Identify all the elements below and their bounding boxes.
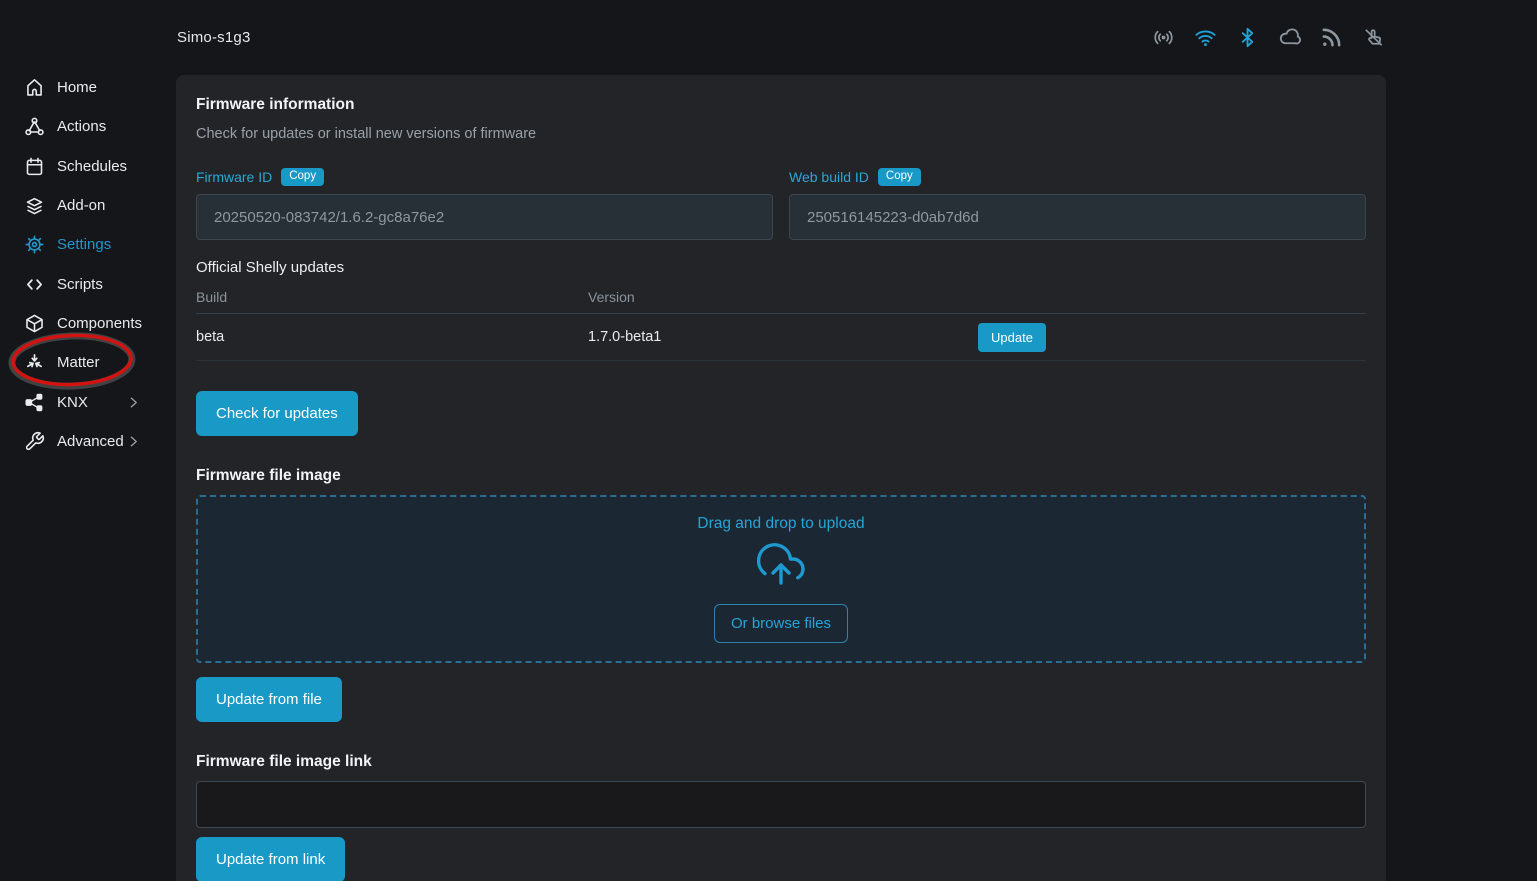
page-subtitle: Check for updates or install new version… (196, 126, 1366, 142)
update-beta-button[interactable]: Update (978, 323, 1046, 352)
firmware-id-label: Firmware ID (196, 169, 272, 185)
chevron-right-icon (127, 435, 140, 448)
layers-icon (24, 195, 45, 216)
column-build: Build (196, 289, 588, 305)
touch-disabled-icon (1362, 26, 1385, 49)
official-updates-title: Official Shelly updates (196, 259, 1366, 276)
copy-firmware-id-button[interactable]: Copy (281, 168, 324, 186)
firmware-settings-panel: Firmware information Check for updates o… (176, 75, 1386, 881)
browse-files-button[interactable]: Or browse files (714, 604, 848, 643)
rss-icon (1320, 26, 1343, 49)
table-row: beta 1.7.0-beta1 Update (196, 314, 1366, 361)
cloud-icon (1278, 26, 1301, 49)
sidebar-item-knx[interactable]: KNX (0, 382, 176, 421)
firmware-id-field: Firmware ID Copy (196, 167, 773, 240)
firmware-file-image-title: Firmware file image (196, 467, 1366, 485)
web-build-id-input[interactable] (789, 194, 1366, 240)
status-icon-strip (1152, 26, 1385, 49)
sidebar-item-label: Advanced (57, 433, 124, 450)
gear-icon (24, 234, 45, 255)
updates-table-header: Build Version (196, 288, 1366, 314)
cube-icon (24, 313, 45, 334)
wifi-icon (1194, 26, 1217, 49)
build-cell: beta (196, 329, 588, 345)
sidebar-item-label: Scripts (57, 276, 103, 293)
dropzone-text: Drag and drop to upload (697, 515, 864, 533)
firmware-link-title: Firmware file image link (196, 753, 1366, 771)
sidebar-item-label: Components (57, 315, 142, 332)
actions-icon (24, 116, 45, 137)
sidebar-item-settings[interactable]: Settings (0, 225, 176, 264)
sidebar-item-label: Home (57, 79, 97, 96)
version-cell: 1.7.0-beta1 (588, 329, 978, 345)
wrench-icon (24, 431, 45, 452)
sidebar-item-addon[interactable]: Add-on (0, 186, 176, 225)
check-for-updates-button[interactable]: Check for updates (196, 391, 358, 436)
update-from-file-button[interactable]: Update from file (196, 677, 342, 722)
sidebar-item-label: Add-on (57, 197, 105, 214)
id-fields-row: Firmware ID Copy Web build ID Copy (196, 167, 1366, 240)
chevron-right-icon (127, 396, 140, 409)
sidebar: Home Actions Schedules Add-on (0, 68, 176, 461)
web-build-id-field: Web build ID Copy (789, 167, 1366, 240)
sidebar-item-label: Settings (57, 236, 111, 253)
sidebar-item-schedules[interactable]: Schedules (0, 147, 176, 186)
file-dropzone[interactable]: Drag and drop to upload Or browse files (196, 495, 1366, 663)
calendar-icon (24, 156, 45, 177)
sidebar-item-advanced[interactable]: Advanced (0, 422, 176, 461)
code-icon (24, 274, 45, 295)
page-title: Firmware information (196, 96, 1366, 114)
bluetooth-icon (1236, 26, 1259, 49)
firmware-id-input[interactable] (196, 194, 773, 240)
updates-table: Build Version beta 1.7.0-beta1 Update (196, 288, 1366, 361)
matter-icon (24, 352, 45, 373)
web-build-id-label: Web build ID (789, 169, 869, 185)
device-name: Simo-s1g3 (177, 29, 251, 46)
sidebar-item-label: Matter (57, 354, 100, 371)
sidebar-item-home[interactable]: Home (0, 68, 176, 107)
sidebar-item-components[interactable]: Components (0, 304, 176, 343)
column-version: Version (588, 289, 978, 305)
sidebar-item-label: Schedules (57, 158, 127, 175)
update-from-link-button[interactable]: Update from link (196, 837, 345, 881)
network-icon (24, 392, 45, 413)
sidebar-item-label: KNX (57, 394, 88, 411)
access-point-icon (1152, 26, 1175, 49)
home-icon (24, 77, 45, 98)
sidebar-item-actions[interactable]: Actions (0, 107, 176, 146)
firmware-link-input[interactable] (196, 781, 1366, 828)
sidebar-item-label: Actions (57, 118, 106, 135)
sidebar-item-matter[interactable]: Matter (0, 343, 176, 382)
sidebar-item-scripts[interactable]: Scripts (0, 264, 176, 303)
upload-cloud-icon (757, 541, 805, 594)
copy-web-build-id-button[interactable]: Copy (878, 168, 921, 186)
